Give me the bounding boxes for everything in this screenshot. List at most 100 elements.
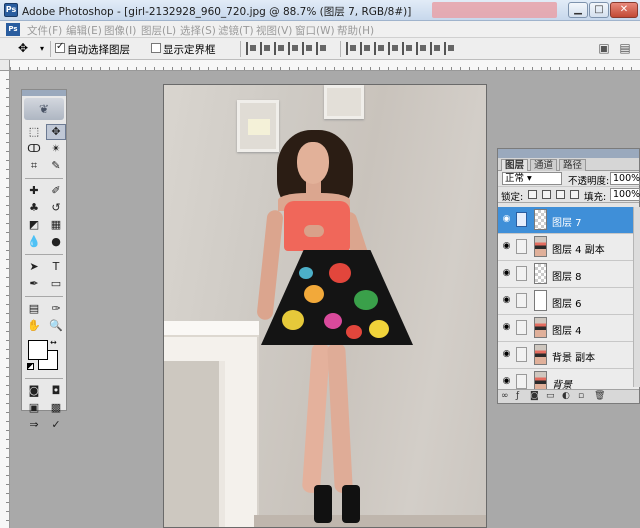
adjustment-layer-icon[interactable]: ◐ — [562, 391, 570, 401]
lock-all-icon[interactable] — [570, 190, 579, 199]
opacity-input[interactable]: 100% — [610, 172, 640, 185]
visibility-eye-icon[interactable]: ◉ — [501, 296, 512, 305]
layer-name[interactable]: 图层 4 副本 — [552, 241, 605, 256]
menu-select[interactable]: 选择(S) — [180, 23, 216, 38]
layer-name[interactable]: 背景 副本 — [552, 349, 595, 364]
align-buttons[interactable] — [246, 42, 327, 56]
document-canvas[interactable] — [163, 84, 487, 528]
layer-name[interactable]: 图层 7 — [552, 214, 582, 229]
tab-channels[interactable]: 通道 — [530, 159, 558, 171]
jump-to-imageready-icon[interactable]: ⇒ — [24, 417, 44, 433]
eyedropper-tool-icon[interactable]: ✑ — [46, 301, 66, 317]
healing-brush-tool-icon[interactable]: ✚ — [24, 183, 44, 199]
auto-select-checkbox[interactable] — [55, 41, 65, 53]
dodge-tool-icon[interactable]: ● — [46, 234, 66, 250]
menu-file[interactable]: 文件(F) — [27, 23, 62, 38]
document-bin-icon[interactable]: ▣ — [597, 41, 611, 56]
layer-name[interactable]: 图层 4 — [552, 322, 582, 337]
imageready-icon[interactable]: ✓ — [46, 417, 66, 433]
tab-paths[interactable]: 路径 — [559, 159, 587, 171]
eraser-tool-icon[interactable]: ◩ — [24, 217, 44, 233]
layer-row[interactable]: ◉ 图层 6 — [498, 288, 639, 315]
link-box[interactable] — [516, 266, 527, 281]
layer-row[interactable]: ◉ 背景 副本 — [498, 342, 639, 369]
blend-mode-select[interactable]: 正常 ▾ — [502, 172, 562, 185]
lasso-tool-icon[interactable]: ↀ — [24, 141, 44, 157]
shape-tool-icon[interactable]: ▭ — [46, 276, 66, 292]
screen-mode-icon[interactable]: ▣ — [24, 400, 44, 416]
distribute-buttons[interactable] — [346, 42, 455, 56]
visibility-eye-icon[interactable]: ◉ — [501, 323, 512, 332]
quick-mask-mode-icon[interactable]: ◘ — [46, 383, 66, 399]
visibility-eye-icon[interactable]: ◉ — [501, 215, 512, 224]
standard-mode-icon[interactable]: ◙ — [24, 383, 44, 399]
layer-name[interactable]: 图层 6 — [552, 295, 582, 310]
layer-row[interactable]: ◉ 图层 8 — [498, 261, 639, 288]
foreground-color-swatch[interactable] — [28, 340, 48, 360]
lock-transparency-icon[interactable] — [528, 190, 537, 199]
link-box[interactable] — [516, 374, 527, 389]
add-mask-icon[interactable]: ◙ — [530, 391, 539, 401]
notes-tool-icon[interactable]: ▤ — [24, 301, 44, 317]
link-box[interactable] — [516, 293, 527, 308]
menu-image[interactable]: 图像(I) — [104, 23, 136, 38]
clone-stamp-tool-icon[interactable]: ♣ — [24, 200, 44, 216]
layer-row[interactable]: ◉ 图层 4 副本 — [498, 234, 639, 261]
fill-input[interactable]: 100% — [610, 188, 640, 201]
brush-link-icon[interactable] — [516, 212, 527, 227]
new-layer-icon[interactable]: ▫ — [578, 391, 584, 401]
full-screen-mode-icon[interactable]: ▩ — [46, 400, 66, 416]
minimize-button[interactable]: ▁ — [568, 2, 588, 18]
history-brush-tool-icon[interactable]: ↺ — [46, 200, 66, 216]
tab-layers[interactable]: 图层 — [501, 159, 529, 171]
menu-window[interactable]: 窗口(W) — [295, 23, 335, 38]
link-box[interactable] — [516, 239, 527, 254]
lock-pixels-icon[interactable] — [542, 190, 551, 199]
menu-edit[interactable]: 编辑(E) — [66, 23, 102, 38]
feather-logo-icon[interactable]: ❦ — [24, 98, 64, 120]
visibility-eye-icon[interactable]: ◉ — [501, 269, 512, 278]
menu-filter[interactable]: 滤镜(T) — [218, 23, 254, 38]
move-tool-icon[interactable]: ✥ — [46, 124, 66, 140]
new-group-icon[interactable]: ▭ — [546, 391, 555, 401]
blur-tool-icon[interactable]: 💧 — [24, 234, 44, 250]
horizontal-ruler[interactable] — [10, 60, 640, 71]
link-layers-icon[interactable]: ∞ — [501, 391, 509, 401]
panel-grip[interactable] — [498, 149, 639, 158]
default-colors-icon[interactable] — [27, 363, 34, 370]
show-bounds-checkbox[interactable] — [151, 43, 161, 53]
layer-name[interactable]: 图层 8 — [552, 268, 582, 283]
layer-name[interactable]: 背景 — [552, 376, 572, 390]
visibility-eye-icon[interactable]: ◉ — [501, 350, 512, 359]
path-selection-tool-icon[interactable]: ➤ — [24, 259, 44, 275]
menu-help[interactable]: 帮助(H) — [337, 23, 374, 38]
maximize-button[interactable]: □ — [589, 2, 609, 18]
link-box[interactable] — [516, 347, 527, 362]
marquee-tool-icon[interactable]: ⬚ — [24, 124, 44, 140]
layer-style-icon[interactable]: ƒ — [516, 391, 519, 401]
workspace-icon[interactable]: ▤ — [618, 41, 632, 56]
ruler-corner[interactable] — [0, 60, 10, 71]
magic-wand-tool-icon[interactable]: ✴ — [46, 141, 66, 157]
link-box[interactable] — [516, 320, 527, 335]
brush-tool-icon[interactable]: ✐ — [46, 183, 66, 199]
crop-tool-icon[interactable]: ⌗ — [24, 158, 44, 174]
gradient-tool-icon[interactable]: ▦ — [46, 217, 66, 233]
pen-tool-icon[interactable]: ✒ — [24, 276, 44, 292]
slice-tool-icon[interactable]: ✎ — [46, 158, 66, 174]
visibility-eye-icon[interactable]: ◉ — [501, 377, 512, 386]
layers-scrollbar[interactable] — [633, 207, 640, 387]
layer-row[interactable]: ◉ 背景 — [498, 369, 639, 390]
vertical-ruler[interactable] — [0, 71, 10, 528]
type-tool-icon[interactable]: T — [46, 259, 66, 275]
zoom-tool-icon[interactable]: 🔍 — [46, 318, 66, 334]
layer-row[interactable]: ◉ 图层 4 — [498, 315, 639, 342]
document-menu-icon[interactable]: Ps — [6, 23, 20, 36]
visibility-eye-icon[interactable]: ◉ — [501, 242, 512, 251]
hand-tool-icon[interactable]: ✋ — [24, 318, 44, 334]
menu-layer[interactable]: 图层(L) — [141, 23, 176, 38]
chevron-down-icon[interactable]: ▾ — [40, 44, 44, 53]
lock-position-icon[interactable] — [556, 190, 565, 199]
menu-view[interactable]: 视图(V) — [256, 23, 292, 38]
close-button[interactable]: ✕ — [610, 2, 638, 18]
